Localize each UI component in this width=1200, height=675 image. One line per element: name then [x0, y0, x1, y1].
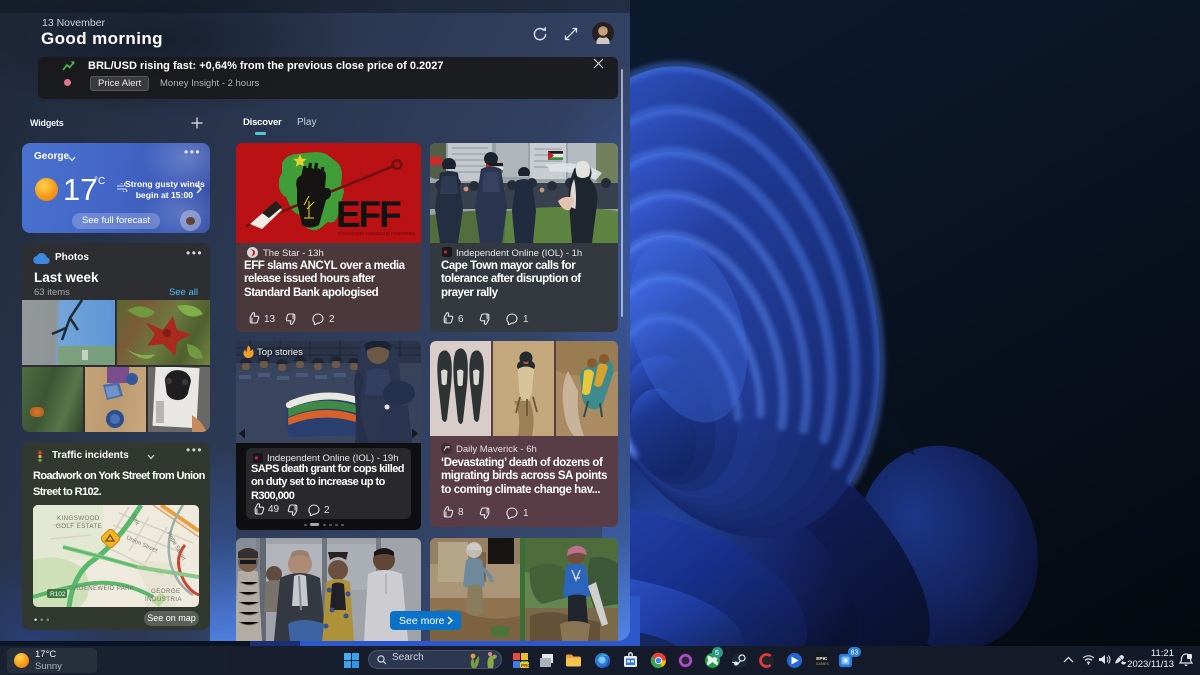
svg-text:KINGSWOOD: KINGSWOOD [57, 515, 100, 522]
svg-text:R102: R102 [50, 591, 66, 598]
svg-text:GROENEWEID PARK: GROENEWEID PARK [69, 586, 134, 592]
svg-text:GOLF ESTATE: GOLF ESTATE [56, 523, 102, 530]
svg-text:EFF: EFF [336, 194, 401, 235]
svg-text:GAMES: GAMES [816, 662, 830, 666]
svg-text:83: 83 [851, 650, 859, 657]
svg-text:INDUSTRIA: INDUSTRIA [145, 596, 182, 603]
svg-text:ECONOMIC FREEDOM FIGHTERS: ECONOMIC FREEDOM FIGHTERS [338, 231, 416, 237]
svg-text:PRO: PRO [521, 663, 529, 668]
svg-text:GEORGE: GEORGE [151, 588, 181, 595]
svg-text:5: 5 [715, 650, 719, 657]
